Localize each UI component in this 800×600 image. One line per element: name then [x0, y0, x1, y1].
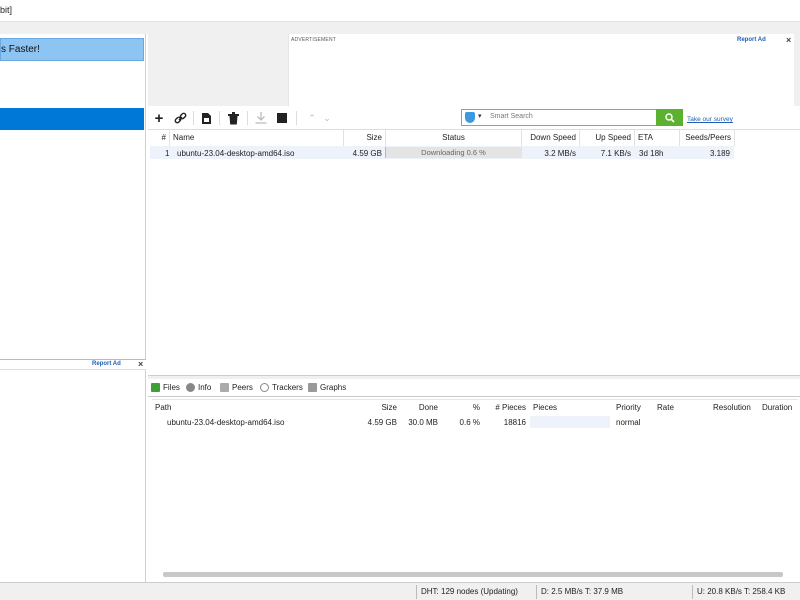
- torrent-list: # Name Size Status Down Speed Up Speed E…: [148, 129, 800, 375]
- stop-icon[interactable]: [274, 110, 290, 126]
- arrow-up-icon[interactable]: ⌃: [304, 110, 320, 126]
- col-header-status[interactable]: Status: [386, 130, 522, 146]
- search-placeholder: Smart Search: [490, 113, 533, 120]
- new-file-icon[interactable]: [198, 110, 214, 126]
- sidebar-promo-item[interactable]: s Faster!: [0, 38, 144, 61]
- col-header-seeds-peers[interactable]: Seeds/Peers: [680, 130, 735, 146]
- menu-bar: [0, 22, 800, 34]
- horizontal-scrollbar[interactable]: [163, 572, 783, 577]
- col-header-size[interactable]: Size: [344, 130, 386, 146]
- file-pieces-count: 18816: [503, 418, 526, 427]
- torrent-name[interactable]: ubuntu-23.04-desktop-amd64.iso: [177, 149, 294, 158]
- graphs-icon: [308, 383, 317, 392]
- tab-graphs[interactable]: Graphs: [308, 383, 346, 392]
- col-header-down-speed[interactable]: Down Speed: [522, 130, 580, 146]
- tab-files[interactable]: Files: [151, 383, 180, 392]
- status-bar: DHT: 129 nodes (Updating) D: 2.5 MB/s T:…: [0, 582, 800, 600]
- status-divider: [692, 585, 693, 599]
- status-divider: [416, 585, 417, 599]
- torrent-size: 4.59 GB: [352, 149, 382, 158]
- sidebar-ad-close-icon[interactable]: ×: [138, 359, 143, 369]
- toolbar-separator: [193, 111, 194, 125]
- top-ad-area: [288, 34, 794, 106]
- top-ad-close-icon[interactable]: ×: [786, 35, 791, 45]
- tab-files-label: Files: [163, 383, 180, 392]
- files-col-size[interactable]: Size: [357, 403, 397, 412]
- file-path[interactable]: ubuntu-23.04-desktop-amd64.iso: [167, 418, 284, 427]
- torrent-status: Downloading 0.6 %: [421, 148, 486, 157]
- file-pieces-bar: [530, 416, 610, 428]
- torrent-num: 1: [165, 149, 170, 158]
- info-icon: [186, 383, 195, 392]
- trackers-icon: [260, 383, 269, 392]
- window-title: bit]: [0, 5, 13, 15]
- toolbar-separator: [296, 111, 297, 125]
- files-col-path[interactable]: Path: [155, 403, 171, 412]
- sidebar-item-selected[interactable]: [0, 108, 144, 130]
- file-priority[interactable]: normal: [616, 418, 640, 427]
- files-col-resolution[interactable]: Resolution: [713, 403, 751, 412]
- tab-peers-label: Peers: [232, 383, 253, 392]
- files-header-divider: [152, 399, 798, 400]
- sidebar-ad-bar: Report Ad ×: [0, 359, 146, 370]
- tab-info-label: Info: [198, 383, 212, 392]
- shield-icon: [465, 112, 475, 123]
- ad-right-strip: [794, 34, 800, 106]
- torrent-down-speed: 3.2 MB/s: [544, 149, 576, 158]
- torrent-seeds-peers: 3.189: [709, 149, 730, 158]
- chevron-down-icon[interactable]: ▾: [478, 112, 482, 120]
- peers-icon: [220, 383, 229, 392]
- tab-trackers-label: Trackers: [272, 383, 303, 392]
- top-report-ad-link[interactable]: Report Ad: [737, 37, 766, 43]
- toolbar-separator: [219, 111, 220, 125]
- tab-trackers[interactable]: Trackers: [260, 383, 303, 392]
- tab-info[interactable]: Info: [186, 383, 211, 392]
- torrent-up-speed: 7.1 KB/s: [600, 149, 631, 158]
- col-header-name[interactable]: Name: [170, 130, 344, 146]
- download-icon[interactable]: [253, 110, 269, 126]
- tab-graphs-label: Graphs: [320, 383, 347, 392]
- col-header-eta[interactable]: ETA: [635, 130, 680, 146]
- torrent-eta: 3d 18h: [639, 149, 664, 158]
- promo-label: s Faster!: [1, 44, 40, 55]
- file-done: 30.0 MB: [408, 418, 438, 427]
- detail-tabs: Files Info Peers Trackers Graphs: [148, 379, 800, 397]
- files-col-pct[interactable]: %: [462, 403, 480, 412]
- tab-peers[interactable]: Peers: [220, 383, 253, 392]
- files-col-pieces-count[interactable]: # Pieces: [486, 403, 526, 412]
- arrow-down-icon[interactable]: ⌄: [319, 110, 335, 126]
- file-size: 4.59 GB: [367, 418, 397, 427]
- files-col-pieces[interactable]: Pieces: [533, 403, 557, 412]
- sidebar-report-ad-link[interactable]: Report Ad: [92, 361, 121, 367]
- status-dht: DHT: 129 nodes (Updating): [421, 587, 518, 596]
- advertisement-label: ADVERTISEMENT: [291, 37, 337, 43]
- plus-icon[interactable]: +: [151, 110, 167, 127]
- smart-search-box[interactable]: ▾ Smart Search: [461, 109, 657, 126]
- toolbar-separator: [247, 111, 248, 125]
- torrent-progress-bar: Downloading 0.6 %: [385, 147, 522, 158]
- survey-link[interactable]: Take our survey: [687, 116, 733, 123]
- files-col-priority[interactable]: Priority: [616, 403, 641, 412]
- title-bar: bit]: [0, 0, 800, 22]
- search-button[interactable]: [656, 109, 683, 126]
- status-download: D: 2.5 MB/s T: 37.9 MB: [541, 587, 624, 596]
- status-divider: [536, 585, 537, 599]
- trash-icon[interactable]: [225, 110, 241, 126]
- files-col-rate[interactable]: Rate: [657, 403, 674, 412]
- status-upload: U: 20.8 KB/s T: 258.4 KB: [697, 587, 786, 596]
- col-header-up-speed[interactable]: Up Speed: [580, 130, 635, 146]
- link-icon[interactable]: [172, 110, 188, 126]
- ad-gutter: [148, 34, 288, 106]
- file-pct: 0.6 %: [459, 418, 480, 427]
- files-col-done[interactable]: Done: [408, 403, 438, 412]
- col-header-num[interactable]: #: [148, 130, 170, 146]
- files-col-duration[interactable]: Duration: [762, 403, 792, 412]
- search-icon: [664, 112, 675, 123]
- folder-icon: [151, 383, 160, 392]
